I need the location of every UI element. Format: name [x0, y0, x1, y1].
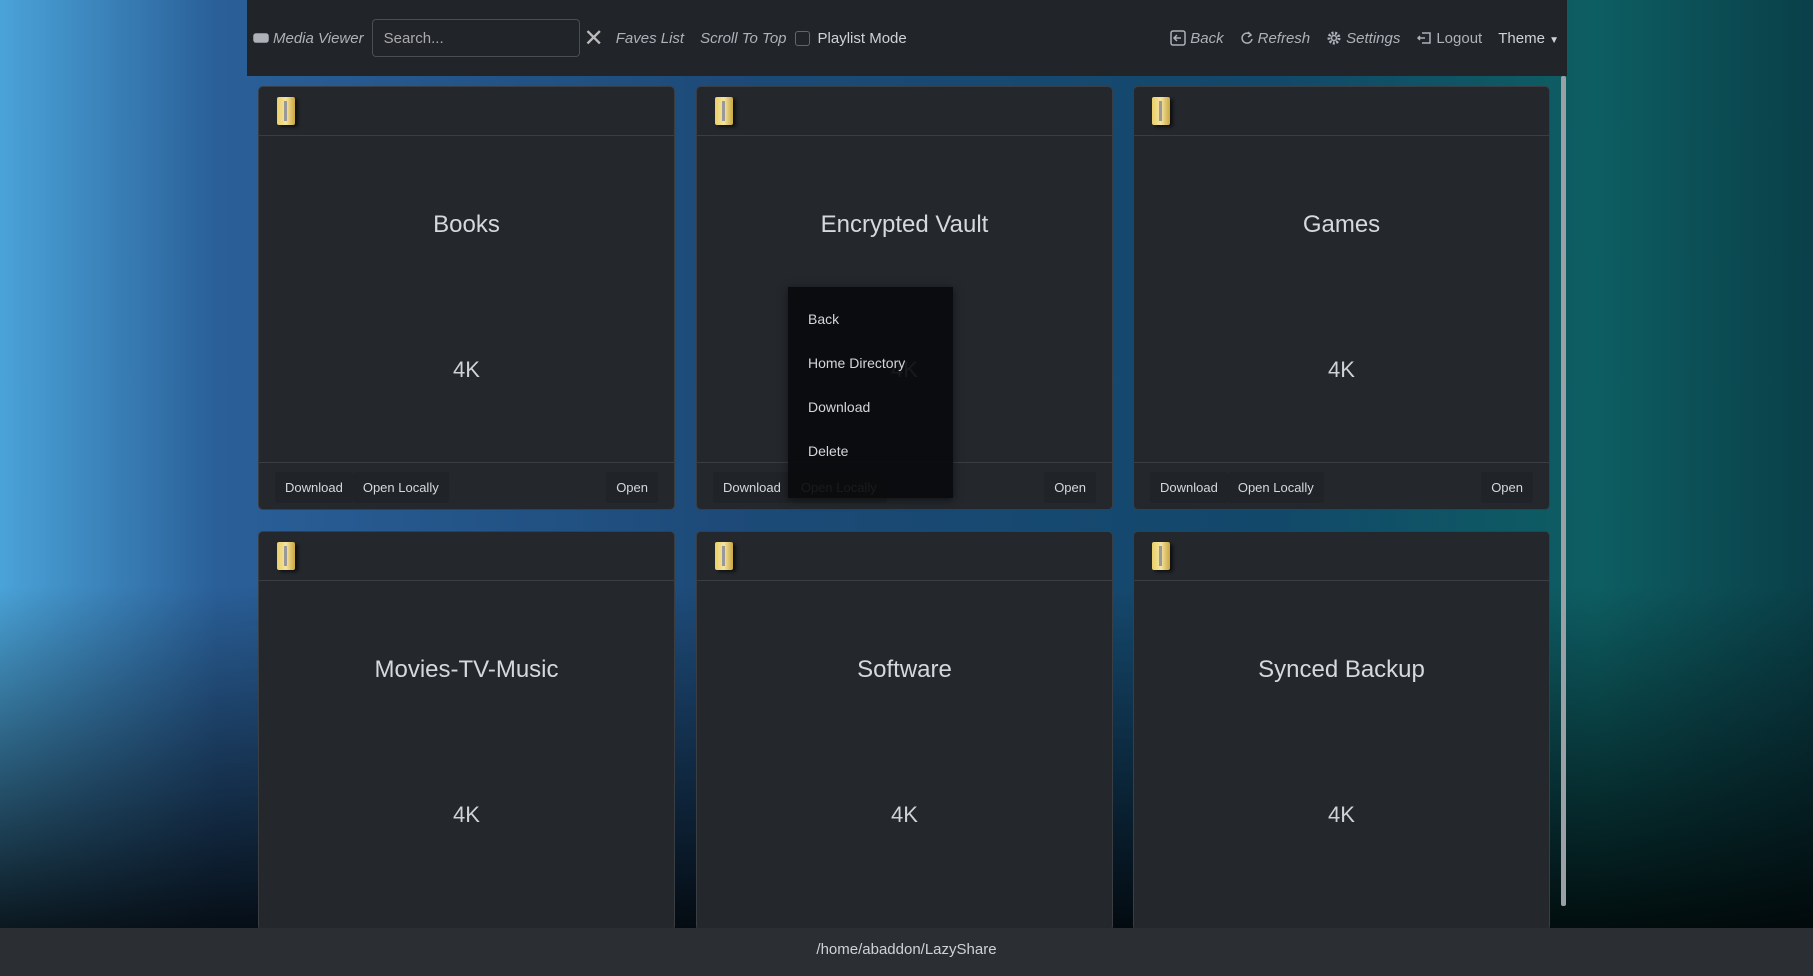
- open-button[interactable]: Open: [1481, 471, 1533, 503]
- back-link[interactable]: Back: [1170, 29, 1224, 47]
- card-header: [259, 87, 674, 136]
- back-label: Back: [1190, 29, 1224, 47]
- card-footer: DownloadOpen Locally Open: [259, 462, 674, 509]
- folder-icon: [1152, 97, 1170, 125]
- folder-title[interactable]: Encrypted Vault: [697, 211, 1112, 239]
- download-button[interactable]: Download: [713, 471, 791, 503]
- open-button[interactable]: Open: [1044, 471, 1096, 503]
- clear-search-icon[interactable]: ✕: [584, 24, 604, 53]
- refresh-label: Refresh: [1257, 29, 1311, 47]
- gear-icon: [1327, 31, 1341, 45]
- context-menu-download[interactable]: Download: [788, 385, 953, 429]
- folder-card[interactable]: Synced Backup 4K: [1133, 531, 1550, 931]
- folder-size: 4K: [1328, 802, 1355, 827]
- settings-label: Settings: [1346, 29, 1401, 47]
- media-viewer-link[interactable]: Media Viewer: [253, 30, 364, 47]
- folder-icon: [277, 97, 295, 125]
- folder-icon: [715, 97, 733, 125]
- logout-icon: [1417, 32, 1432, 44]
- card-header: [1134, 532, 1549, 581]
- card-header: [1134, 87, 1549, 136]
- theme-label: Theme: [1498, 29, 1545, 47]
- context-menu-delete[interactable]: Delete: [788, 429, 953, 473]
- folder-title[interactable]: Games: [1134, 211, 1549, 239]
- open-locally-button[interactable]: Open Locally: [352, 471, 449, 503]
- folder-size: 4K: [453, 357, 480, 382]
- download-button[interactable]: Download: [275, 471, 353, 503]
- folder-title[interactable]: Synced Backup: [1134, 656, 1549, 684]
- settings-link[interactable]: Settings: [1326, 30, 1400, 47]
- folder-card[interactable]: Books 4K Download Open Locally Open: [258, 86, 675, 510]
- folder-icon: [715, 542, 733, 570]
- context-menu: Back Home Directory Download Delete: [788, 287, 953, 498]
- context-menu-back[interactable]: Back: [788, 297, 953, 341]
- folder-icon: [277, 542, 295, 570]
- folder-title[interactable]: Software: [697, 656, 1112, 684]
- folder-size: 4K: [453, 802, 480, 827]
- open-button[interactable]: Open: [606, 471, 658, 503]
- logout-link[interactable]: Logout: [1416, 30, 1482, 47]
- back-icon: [1170, 30, 1186, 46]
- logout-label: Logout: [1436, 29, 1483, 47]
- folder-title[interactable]: Books: [259, 211, 674, 239]
- folder-size: 4K: [891, 802, 918, 827]
- playlist-mode-label: Playlist Mode: [817, 29, 907, 47]
- card-header: [697, 532, 1112, 581]
- card-header: [697, 87, 1112, 136]
- navbar: Media Viewer ✕ Faves List Scroll To Top …: [247, 0, 1567, 76]
- scrollbar[interactable]: [1561, 76, 1566, 906]
- theme-dropdown[interactable]: Theme ▼: [1498, 30, 1559, 47]
- nav-right: Back Refresh Settings Logout Theme ▼: [1170, 30, 1567, 47]
- download-button[interactable]: Download: [1150, 471, 1228, 503]
- folder-card[interactable]: Games 4K Download Open Locally Open: [1133, 86, 1550, 510]
- card-footer: DownloadOpen Locally Open: [1134, 462, 1549, 509]
- caret-down-icon: ▼: [1549, 34, 1559, 46]
- vr-headset-icon: [253, 33, 269, 43]
- folder-card[interactable]: Movies-TV-Music 4K: [258, 531, 675, 931]
- folder-size: 4K: [1328, 357, 1355, 382]
- scroll-to-top-link[interactable]: Scroll To Top: [700, 30, 786, 47]
- search-input[interactable]: [371, 19, 580, 57]
- folder-icon: [1152, 542, 1170, 570]
- brand-label: Media Viewer: [273, 29, 364, 47]
- refresh-link[interactable]: Refresh: [1240, 29, 1311, 47]
- playlist-mode-checkbox[interactable]: [794, 30, 810, 46]
- footer-path: /home/abaddon/LazyShare: [0, 928, 1813, 976]
- open-locally-button[interactable]: Open Locally: [1227, 471, 1324, 503]
- card-header: [259, 532, 674, 581]
- folder-title[interactable]: Movies-TV-Music: [259, 656, 674, 684]
- refresh-icon: [1240, 31, 1253, 44]
- folder-card[interactable]: Software 4K: [696, 531, 1113, 931]
- faves-list-link[interactable]: Faves List: [616, 30, 684, 47]
- context-menu-home-directory[interactable]: Home Directory: [788, 341, 953, 385]
